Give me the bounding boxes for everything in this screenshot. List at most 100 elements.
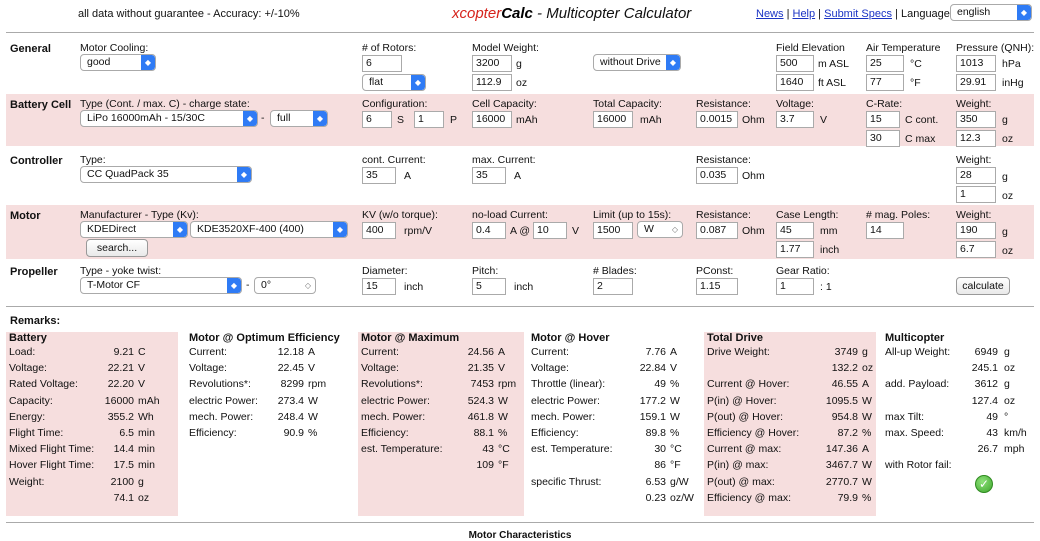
page-title: xcopterCalc - Multicopter Calculator: [452, 5, 692, 22]
remarks-unit: W: [862, 410, 872, 423]
manufacturer-select[interactable]: KDEDirect ◆: [80, 221, 188, 238]
remarks-row: Current: 7.76 A: [528, 346, 698, 362]
remarks-value: 12.18: [277, 346, 304, 358]
motor-resistance-input[interactable]: 0.087: [696, 222, 738, 239]
case-length-in-input[interactable]: 1.77: [776, 241, 814, 258]
case-length-mm-input[interactable]: 45: [776, 222, 814, 239]
propeller-type-select[interactable]: T-Motor CF ◆: [80, 277, 242, 294]
controller-weight-label: Weight:: [956, 154, 992, 166]
remarks-key: P(out) @ Hover:: [707, 410, 784, 423]
divider: [6, 522, 1034, 523]
battery-type-select[interactable]: LiPo 16000mAh - 15/30C ◆: [80, 110, 258, 127]
blades-input[interactable]: 2: [593, 278, 633, 295]
remarks-value: 6.53: [645, 475, 666, 488]
unit-f: °F: [910, 77, 921, 89]
pitch-input[interactable]: 5: [472, 278, 506, 295]
air-temp-c-input[interactable]: 25: [866, 55, 904, 72]
remarks-row: Rated Voltage: 22.20 V: [6, 378, 178, 394]
remarks-value: 46.55: [831, 378, 858, 391]
disclaimer: all data without guarantee - Accuracy: +…: [78, 8, 300, 20]
remarks-unit: Wh: [138, 410, 154, 423]
calculate-button[interactable]: calculate: [956, 277, 1010, 295]
cont-current-input[interactable]: 35: [362, 167, 396, 184]
remarks-key: Weight:: [9, 475, 45, 488]
diameter-input[interactable]: 15: [362, 278, 396, 295]
mag-poles-input[interactable]: 14: [866, 222, 904, 239]
controller-type-label: Type:: [80, 154, 106, 166]
limit-unit-select[interactable]: W ◇: [637, 221, 683, 238]
field-elevation-ft-input[interactable]: 1640: [776, 74, 814, 91]
rotors-input[interactable]: 6: [362, 55, 402, 72]
remarks-value: 22.21: [107, 362, 134, 375]
propeller-title: Propeller: [10, 266, 58, 278]
field-elevation-m-input[interactable]: 500: [776, 55, 814, 72]
remarks-row: est. Temperature: 30 °C: [528, 443, 698, 459]
model-weight-g-input[interactable]: 3200: [472, 55, 512, 72]
battery-weight-g-input[interactable]: 350: [956, 111, 996, 128]
remarks-row: Efficiency: 89.8%: [528, 427, 698, 443]
motor-model-select[interactable]: KDE3520XF-400 (400) ◆: [190, 221, 348, 238]
controller-type-select[interactable]: CC QuadPack 35 ◆: [80, 166, 252, 183]
remarks-row: with Rotor fail:: [882, 459, 1034, 475]
limit-input[interactable]: 1500: [593, 222, 633, 239]
c-cont-input[interactable]: 15: [866, 111, 900, 128]
kv-input[interactable]: 400: [362, 222, 396, 239]
remarks-key: Rated Voltage:: [9, 378, 78, 391]
remarks-row: Current @ max: 147.36 A: [704, 443, 876, 459]
nav-help[interactable]: Help: [793, 8, 816, 20]
battery-resistance-input[interactable]: 0.0015: [696, 111, 738, 128]
model-weight-oz-input[interactable]: 112.9: [472, 74, 512, 91]
gear-ratio-input[interactable]: 1: [776, 278, 814, 295]
nav-news[interactable]: News: [756, 8, 784, 20]
config-p-input[interactable]: 1: [414, 111, 444, 128]
motor-weight-oz-input[interactable]: 6.7: [956, 241, 996, 258]
motor-cooling-select[interactable]: good ◆: [80, 54, 156, 71]
motor-weight-g-input[interactable]: 190: [956, 222, 996, 239]
remarks-row: Current: 24.56 A: [358, 346, 524, 362]
controller-resistance-input[interactable]: 0.035: [696, 167, 738, 184]
unit-ratio: : 1: [820, 281, 832, 293]
frame-select[interactable]: flat ◆: [362, 74, 426, 91]
c-max-input[interactable]: 30: [866, 130, 900, 147]
remarks-unit: C: [138, 346, 146, 358]
remarks-value: 3467.7: [825, 459, 858, 472]
controller-weight-oz-input[interactable]: 1: [956, 186, 996, 203]
max-current-input[interactable]: 35: [472, 167, 506, 184]
remarks-value: 355.2: [107, 410, 134, 423]
remarks-row: 245.1 oz: [882, 362, 1034, 378]
remarks-row: P(out) @ Hover: 954.8 W: [704, 411, 876, 427]
cell-capacity-input[interactable]: 16000: [472, 111, 512, 128]
total-capacity-input[interactable]: 16000: [593, 111, 633, 128]
air-temp-f-input[interactable]: 77: [866, 74, 904, 91]
chevron-updown-icon: ◆: [411, 75, 425, 90]
remarks-key: Efficiency:: [189, 427, 237, 439]
general-title: General: [10, 43, 51, 55]
remarks-unit: °: [1004, 410, 1009, 423]
charge-state-select[interactable]: full ◆: [270, 110, 328, 127]
config-s-input[interactable]: 6: [362, 111, 392, 128]
noload-voltage-input[interactable]: 10: [533, 222, 567, 239]
controller-weight-g-input[interactable]: 28: [956, 167, 996, 184]
yoke-twist-select[interactable]: 0° ◇: [254, 277, 316, 294]
search-button[interactable]: search...: [86, 239, 148, 257]
pressure-hpa-input[interactable]: 1013: [956, 55, 996, 72]
remarks-row: 127.4 oz: [882, 395, 1034, 411]
remarks-value: 159.1: [639, 410, 666, 423]
noload-current-input[interactable]: 0.4: [472, 222, 506, 239]
nav-submit-specs[interactable]: Submit Specs: [824, 8, 892, 20]
battery-title: Battery Cell: [10, 99, 72, 111]
remarks-key: Current:: [531, 346, 569, 358]
configuration-label: Configuration:: [362, 98, 428, 110]
battery-voltage-input[interactable]: 3.7: [776, 111, 814, 128]
unit-mah: mAh: [640, 114, 662, 126]
pressure-inhg-input[interactable]: 29.91: [956, 74, 996, 91]
remarks-row: add. Payload: 3612 g: [882, 378, 1034, 394]
remarks-value: 147.36: [825, 443, 858, 456]
language-select[interactable]: english ◆: [950, 4, 1032, 21]
kv-label: KV (w/o torque):: [362, 209, 438, 221]
motor-title: Motor: [10, 210, 41, 222]
drive-mode-select[interactable]: without Drive ◆: [593, 54, 681, 71]
remarks-unit: %: [308, 427, 318, 439]
battery-weight-oz-input[interactable]: 12.3: [956, 130, 996, 147]
pconst-input[interactable]: 1.15: [696, 278, 738, 295]
